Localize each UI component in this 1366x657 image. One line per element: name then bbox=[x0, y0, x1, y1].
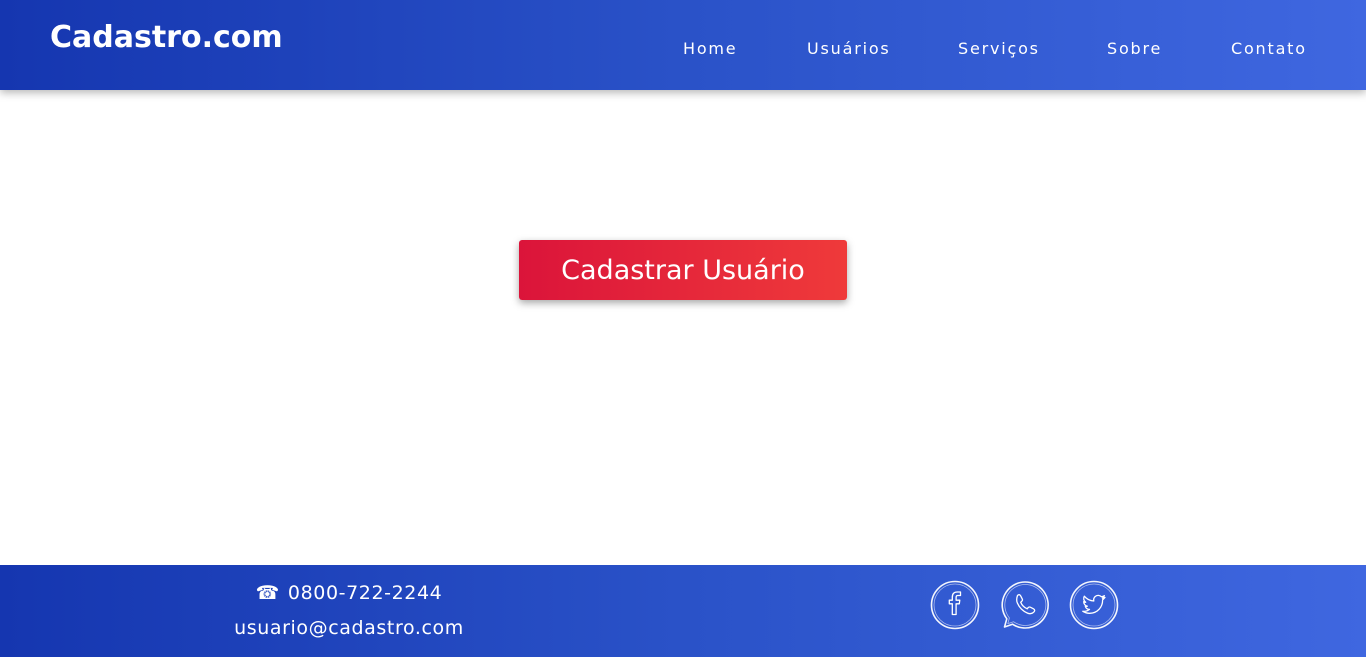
site-header: Cadastro.com Home Usuários Serviços Sobr… bbox=[0, 0, 1366, 90]
main-nav: Home Usuários Serviços Sobre Contato bbox=[0, 39, 1366, 63]
nav-link-home[interactable]: Home bbox=[683, 39, 737, 58]
site-footer: ☎ 0800-722-2244 usuario@cadastro.com bbox=[0, 565, 1366, 657]
nav-link-usuarios[interactable]: Usuários bbox=[807, 39, 891, 58]
nav-link-sobre[interactable]: Sobre bbox=[1107, 39, 1162, 58]
nav-link-contato[interactable]: Contato bbox=[1231, 39, 1307, 58]
facebook-icon[interactable] bbox=[930, 580, 980, 630]
phone-icon: ☎ bbox=[255, 582, 280, 604]
twitter-icon[interactable] bbox=[1069, 580, 1119, 630]
phone-number: 0800-722-2244 bbox=[287, 582, 443, 604]
nav-link-servicos[interactable]: Serviços bbox=[958, 39, 1040, 58]
main-content: Cadastrar Usuário bbox=[0, 90, 1366, 565]
whatsapp-icon[interactable] bbox=[1000, 580, 1050, 630]
email-address: usuario@cadastro.com bbox=[234, 617, 464, 639]
contact-info: ☎ 0800-722-2244 usuario@cadastro.com bbox=[0, 565, 698, 657]
register-user-button[interactable]: Cadastrar Usuário bbox=[519, 240, 847, 300]
phone-row: ☎ 0800-722-2244 bbox=[0, 582, 698, 604]
